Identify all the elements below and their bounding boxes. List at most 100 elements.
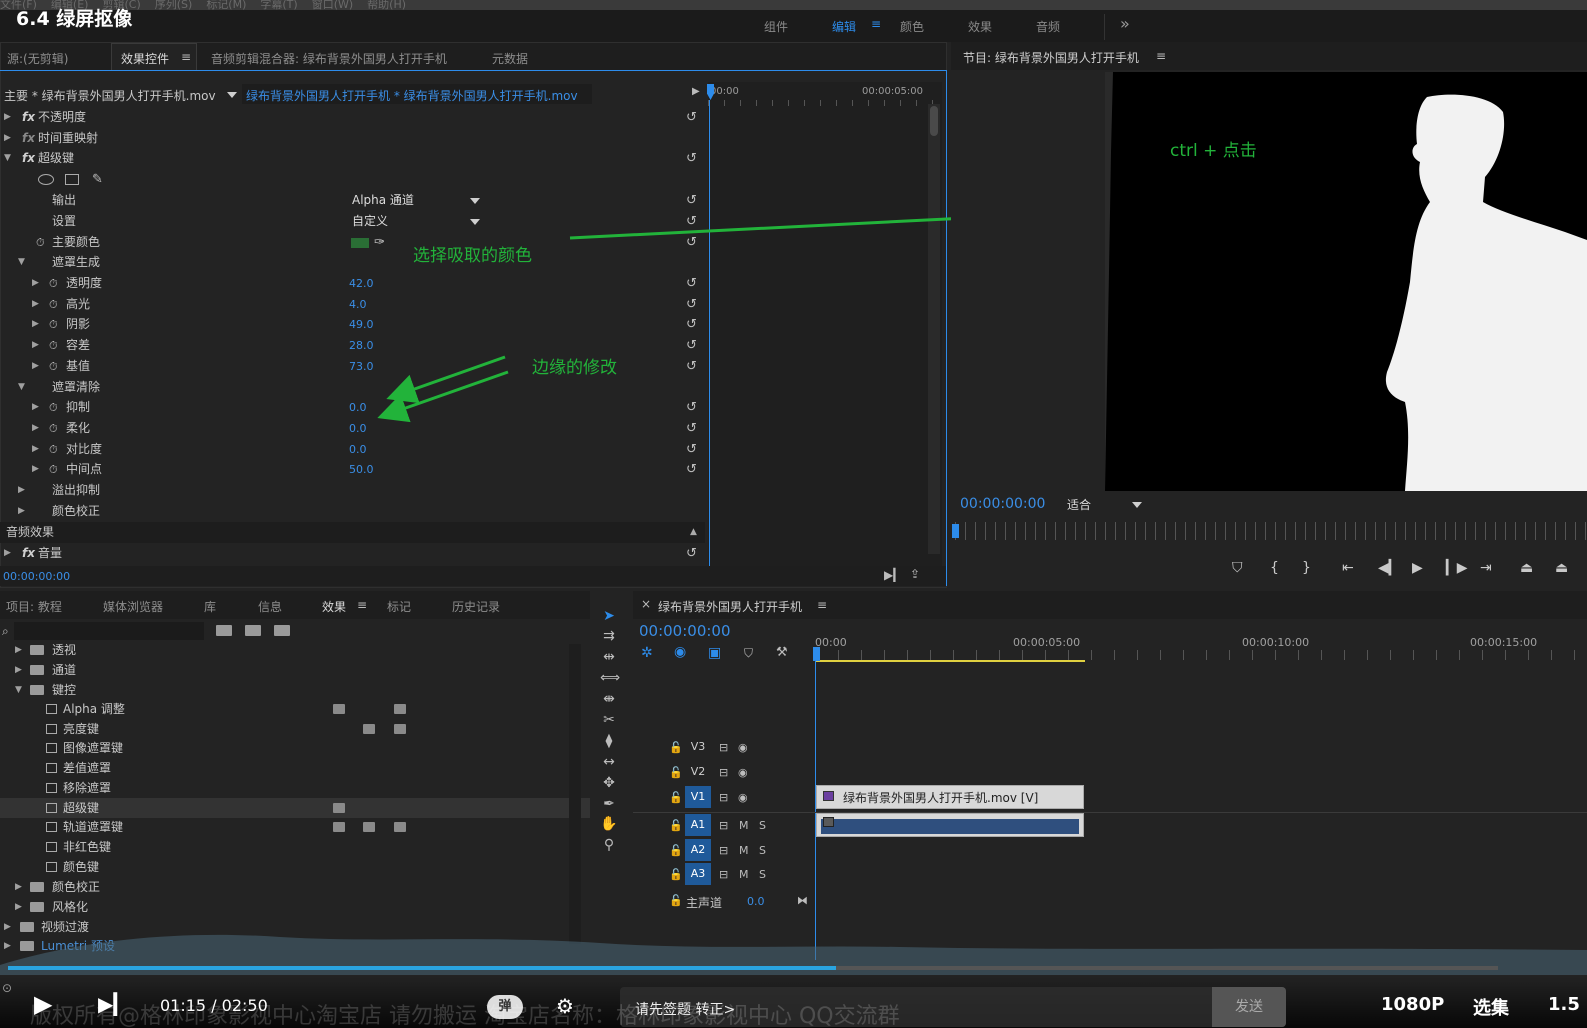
stopwatch-icon[interactable]: ⏱: [49, 335, 58, 356]
effect-difference-matte[interactable]: 差值遮罩: [0, 758, 590, 778]
audio-clip[interactable]: [816, 813, 1084, 837]
master-volume-value[interactable]: 0.0: [747, 895, 765, 908]
workspace-tab-color[interactable]: 颜色: [900, 18, 924, 35]
tab-project[interactable]: 项目: 教程: [6, 598, 62, 615]
collapse-up-icon[interactable]: ▲: [690, 522, 697, 543]
video-clip[interactable]: 绿布背景外国男人打开手机.mov [V]: [816, 785, 1084, 809]
lock-icon[interactable]: 🔓: [669, 819, 683, 832]
linked-selection-icon[interactable]: ◉: [674, 644, 686, 660]
lock-icon[interactable]: 🔓: [669, 894, 683, 907]
timeline-timecode[interactable]: 00:00:00:00: [639, 622, 731, 640]
go-to-out-icon[interactable]: ⇥: [1480, 560, 1492, 576]
row-matte-cleanup[interactable]: ▼ 遮罩清除: [0, 377, 705, 398]
tab-menu-icon[interactable]: ≡: [181, 50, 191, 64]
wrench-icon[interactable]: ⚒: [776, 645, 788, 660]
folder-keying[interactable]: ▼ 键控: [0, 680, 590, 700]
timeline-ruler[interactable]: [815, 650, 1587, 660]
export-icon[interactable]: ⇪: [910, 567, 920, 581]
sync-lock-icon[interactable]: ⊟: [719, 819, 728, 832]
track-v1-toggle[interactable]: V1: [685, 786, 711, 808]
effects-scrollbar[interactable]: [569, 644, 581, 944]
track-a2-toggle[interactable]: A2: [685, 839, 711, 861]
row-ultra-key[interactable]: ▼ fx 超级键 ↺: [0, 148, 705, 169]
speed-selector[interactable]: 1.5: [1548, 994, 1580, 1015]
row-color-correction[interactable]: ▶ 颜色校正: [0, 501, 705, 522]
sync-lock-icon[interactable]: ⊟: [719, 741, 728, 754]
reset-icon[interactable]: ↺: [686, 190, 697, 211]
effect-alpha-adjust[interactable]: Alpha 调整: [0, 699, 590, 719]
soften-value[interactable]: 0.0: [349, 418, 367, 439]
mute-button[interactable]: M: [739, 844, 749, 857]
tab-effects[interactable]: 效果: [322, 598, 346, 615]
workspace-menu-icon[interactable]: ≡: [871, 17, 881, 31]
reset-icon[interactable]: ↺: [686, 418, 697, 439]
menu-item[interactable]: 字幕(T): [260, 0, 297, 10]
effect-ultra-key[interactable]: 超级键: [0, 798, 590, 818]
eye-icon[interactable]: ◉: [738, 766, 748, 779]
step-back-icon[interactable]: ◀▎: [1378, 560, 1400, 576]
slip-tool-icon[interactable]: ⧫: [600, 732, 618, 750]
eyedropper-icon[interactable]: ✑: [374, 232, 385, 253]
reset-icon[interactable]: ↺: [686, 439, 697, 460]
step-forward-icon[interactable]: ▎▶: [1446, 560, 1468, 576]
track-a1-toggle[interactable]: A1: [685, 814, 711, 836]
transparency-value[interactable]: 42.0: [349, 273, 374, 294]
yuv-effects-icon[interactable]: [274, 625, 290, 636]
stopwatch-icon[interactable]: ⏱: [49, 356, 58, 377]
reset-icon[interactable]: ↺: [686, 294, 697, 315]
contrast-value[interactable]: 0.0: [349, 439, 367, 460]
tab-markers[interactable]: 标记: [387, 598, 411, 615]
stopwatch-icon[interactable]: ⏱: [49, 273, 58, 294]
lock-icon[interactable]: 🔓: [669, 766, 683, 779]
sequence-clip-label[interactable]: 绿布背景外国男人打开手机 * 绿布背景外国男人打开手机.mov: [246, 87, 578, 104]
key-color-swatch[interactable]: [351, 238, 369, 248]
eye-icon[interactable]: ◉: [738, 741, 748, 754]
menu-item[interactable]: 序列(S): [155, 0, 193, 10]
workspace-tab-audio[interactable]: 音频: [1036, 18, 1060, 35]
workspace-tab-editing[interactable]: 编辑: [832, 18, 856, 35]
panel-menu-icon[interactable]: ≡: [817, 598, 827, 612]
lift-icon[interactable]: ⏏: [1520, 560, 1533, 576]
lock-icon[interactable]: 🔓: [669, 791, 683, 804]
menu-item[interactable]: 窗口(W): [312, 0, 353, 10]
effect-remove-matte[interactable]: 移除遮罩: [0, 778, 590, 798]
solo-button[interactable]: S: [759, 868, 766, 881]
program-ruler[interactable]: [955, 522, 1587, 540]
ripple-edit-tool-icon[interactable]: ⇹: [600, 648, 618, 666]
zoom-tool-icon[interactable]: ⚲: [600, 836, 618, 854]
menu-item[interactable]: 帮助(H): [367, 0, 406, 10]
midpoint-value[interactable]: 50.0: [349, 459, 374, 480]
eye-icon[interactable]: ◉: [738, 791, 748, 804]
accelerated-effects-icon[interactable]: [216, 625, 232, 636]
rolling-edit-tool-icon[interactable]: ⟺: [600, 669, 620, 687]
play-triangle-icon[interactable]: ▶: [692, 86, 700, 97]
effect-non-red-key[interactable]: 非红色键: [0, 837, 590, 857]
mute-button[interactable]: M: [739, 819, 749, 832]
program-playhead[interactable]: [952, 524, 959, 538]
track-v3-toggle[interactable]: V3: [685, 736, 711, 758]
tab-menu-icon[interactable]: ≡: [357, 598, 367, 612]
ec-scrollbar-thumb[interactable]: [930, 106, 938, 136]
snap-icon[interactable]: ✲: [641, 645, 653, 661]
effects-search-input[interactable]: [14, 622, 204, 640]
output-dropdown[interactable]: Alpha 通道: [352, 192, 484, 209]
row-time-remap[interactable]: ▶ fx 时间重映射: [0, 128, 705, 149]
more-workspaces-icon[interactable]: »: [1120, 14, 1130, 33]
mark-out-icon[interactable]: }: [1302, 560, 1311, 576]
reset-icon[interactable]: ↺: [686, 211, 697, 232]
go-to-end-icon[interactable]: ⧓: [797, 894, 808, 907]
panel-menu-icon[interactable]: ≡: [1156, 49, 1166, 63]
reset-icon[interactable]: ↺: [686, 397, 697, 418]
reset-icon[interactable]: ↺: [686, 335, 697, 356]
master-clip-label[interactable]: 主要 * 绿布背景外国男人打开手机.mov: [4, 87, 216, 104]
reset-icon[interactable]: ↺: [686, 273, 697, 294]
slide-tool-icon[interactable]: ↔: [600, 753, 618, 771]
workspace-tab-effects[interactable]: 效果: [968, 18, 992, 35]
track-v2-toggle[interactable]: V2: [685, 761, 711, 783]
setting-dropdown[interactable]: 自定义: [352, 213, 484, 230]
ec-scrollbar[interactable]: [928, 104, 940, 554]
stopwatch-icon[interactable]: ⏱: [49, 294, 58, 315]
32bit-effects-icon[interactable]: [245, 625, 261, 636]
pen-tool-icon[interactable]: ✒: [600, 795, 618, 813]
sequence-title[interactable]: 绿布背景外国男人打开手机: [658, 598, 802, 615]
